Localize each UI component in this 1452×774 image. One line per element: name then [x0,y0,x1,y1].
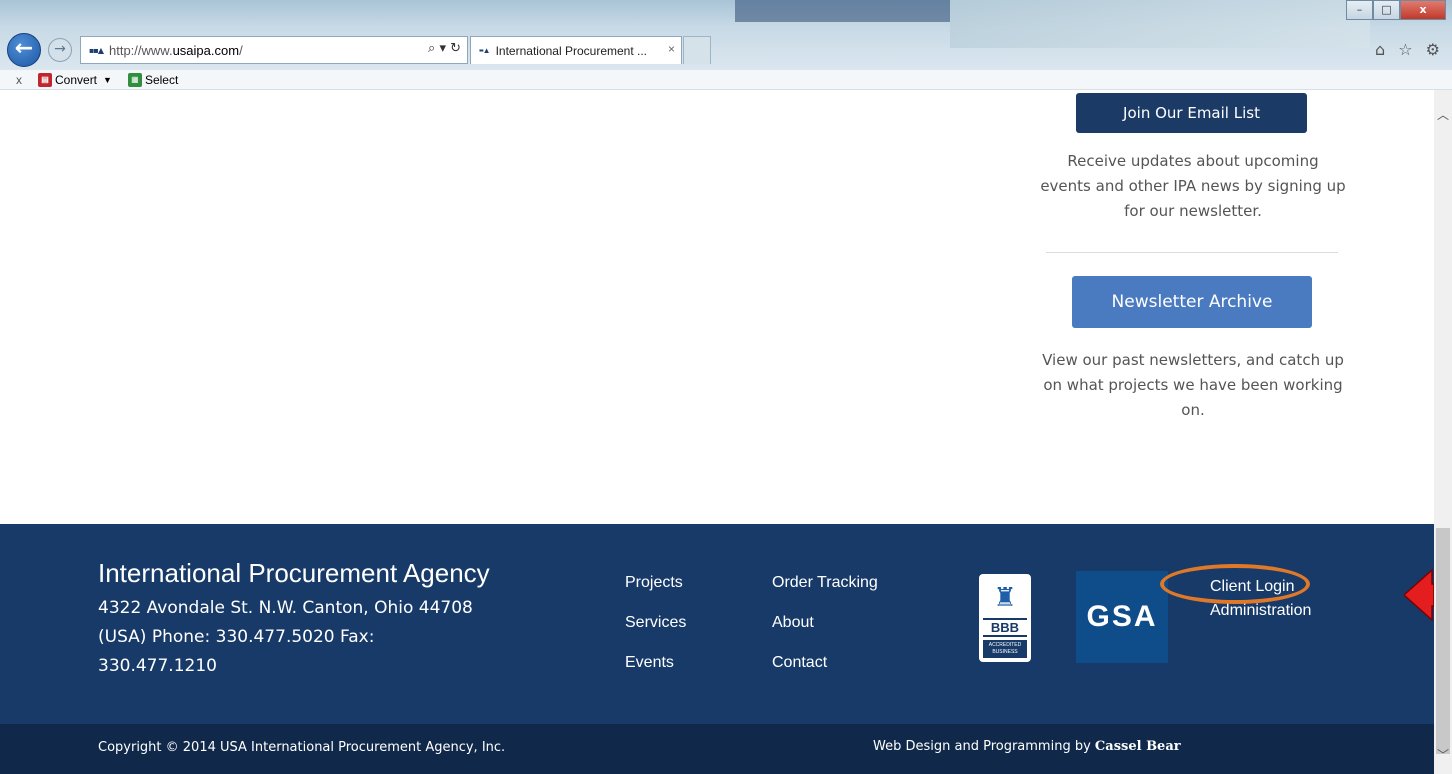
command-bar: x ▤ Convert ▼ ▦ Select [0,70,1452,90]
new-tab-button[interactable] [683,36,711,64]
home-favorites-settings-icons[interactable]: ⌂ ☆ ⚙ [1375,40,1444,59]
web-page: Join Our Email List Receive updates abou… [0,90,1434,774]
window-controls: – □ x [1346,0,1446,20]
newsletter-archive-button[interactable]: Newsletter Archive [1072,276,1312,328]
email-list-description: Receive updates about upcoming events an… [1040,152,1346,220]
convert-button[interactable]: ▤ Convert ▼ [38,72,118,87]
chrome-background-decoration [735,0,950,22]
organization-address: 4322 Avondale St. N.W. Canton, Ohio 4470… [98,598,473,676]
join-email-list-button[interactable]: Join Our Email List [1076,93,1307,133]
forward-arrow-icon: → [54,41,66,57]
select-label: Select [144,72,179,87]
footer-link-services[interactable]: Services [625,614,686,654]
footer-nav-column-1: Projects Services Events [625,574,686,694]
address-bar[interactable]: ▪▪▲ http://www.usaipa.com/ ⌕ ▾ ↻ [80,36,468,64]
footer-link-contact[interactable]: Contact [772,654,878,694]
browser-window: ← → ▪▪▲ http://www.usaipa.com/ ⌕ ▾ ↻ ▪▪▲… [0,0,1452,774]
chevron-down-icon[interactable]: ▼ [103,75,112,85]
back-arrow-icon: ← [14,36,34,61]
copyright-text: Copyright © 2014 USA International Procu… [98,740,506,755]
url-suffix: / [239,42,243,58]
tab-favicon-icon: ▪▪▲ [479,46,491,55]
pdf-convert-icon: ▤ [38,72,52,87]
bbb-logo-subtext: ACCREDITED BUSINESS [983,640,1027,658]
footer-link-order-tracking[interactable]: Order Tracking [772,574,878,614]
footer-bottom-bar: Copyright © 2014 USA International Procu… [0,724,1434,774]
browser-tab[interactable]: ▪▪▲ International Procurement ... × [470,36,682,64]
url-host: usaipa.com [172,42,240,58]
highlight-ellipse-annotation [1160,564,1310,604]
back-button[interactable]: ← [7,33,41,67]
organization-name: International Procurement Agency [98,558,490,588]
vertical-scrollbar[interactable]: ︿ ﹀ [1434,90,1452,774]
footer-link-projects[interactable]: Projects [625,574,686,614]
select-button[interactable]: ▦ Select [127,72,179,87]
browser-chrome: ← → ▪▪▲ http://www.usaipa.com/ ⌕ ▾ ↻ ▪▪▲… [0,0,1452,70]
bbb-torch-icon: ♜ [993,583,1017,613]
close-window-button[interactable]: x [1400,0,1446,20]
bbb-logo-text: BBB [983,618,1027,637]
scroll-up-icon[interactable]: ︿ [1434,106,1452,124]
close-toolbar-icon[interactable]: x [16,73,38,87]
site-footer: International Procurement Agency 4322 Av… [0,524,1434,724]
footer-link-events[interactable]: Events [625,654,686,694]
site-favicon-icon: ▪▪▲ [89,45,104,55]
search-refresh-icons[interactable]: ⌕ ▾ ↻ [428,41,461,56]
chrome-background-decoration [950,0,1370,48]
credits-link-cassel-bear[interactable]: Cassel Bear [1095,739,1181,754]
scroll-down-icon[interactable]: ﹀ [1434,746,1452,764]
convert-label: Convert [55,72,98,87]
scrollbar-thumb[interactable] [1436,528,1450,754]
minimize-button[interactable]: – [1346,0,1373,20]
gsa-logo[interactable]: GSA [1076,571,1168,663]
tab-title: International Procurement ... [495,43,648,58]
bbb-accredited-logo[interactable]: ♜ BBB ACCREDITED BUSINESS [977,572,1033,664]
url-text: http://www.usaipa.com/ [109,43,243,58]
forward-button[interactable]: → [48,38,72,62]
sidebar-divider [1046,252,1338,253]
footer-nav-column-2: Order Tracking About Contact [772,574,878,694]
tab-close-icon[interactable]: × [668,42,675,56]
select-icon: ▦ [127,72,142,87]
red-arrow-annotation-icon [1404,568,1434,622]
url-prefix: http://www. [109,42,173,58]
newsletter-archive-description: View our past newsletters, and catch up … [1042,351,1344,419]
credits-prefix: Web Design and Programming by [873,739,1095,754]
footer-link-about[interactable]: About [772,614,878,654]
maximize-button[interactable]: □ [1373,0,1400,20]
web-design-credits: Web Design and Programming by Cassel Bea… [873,739,1181,754]
